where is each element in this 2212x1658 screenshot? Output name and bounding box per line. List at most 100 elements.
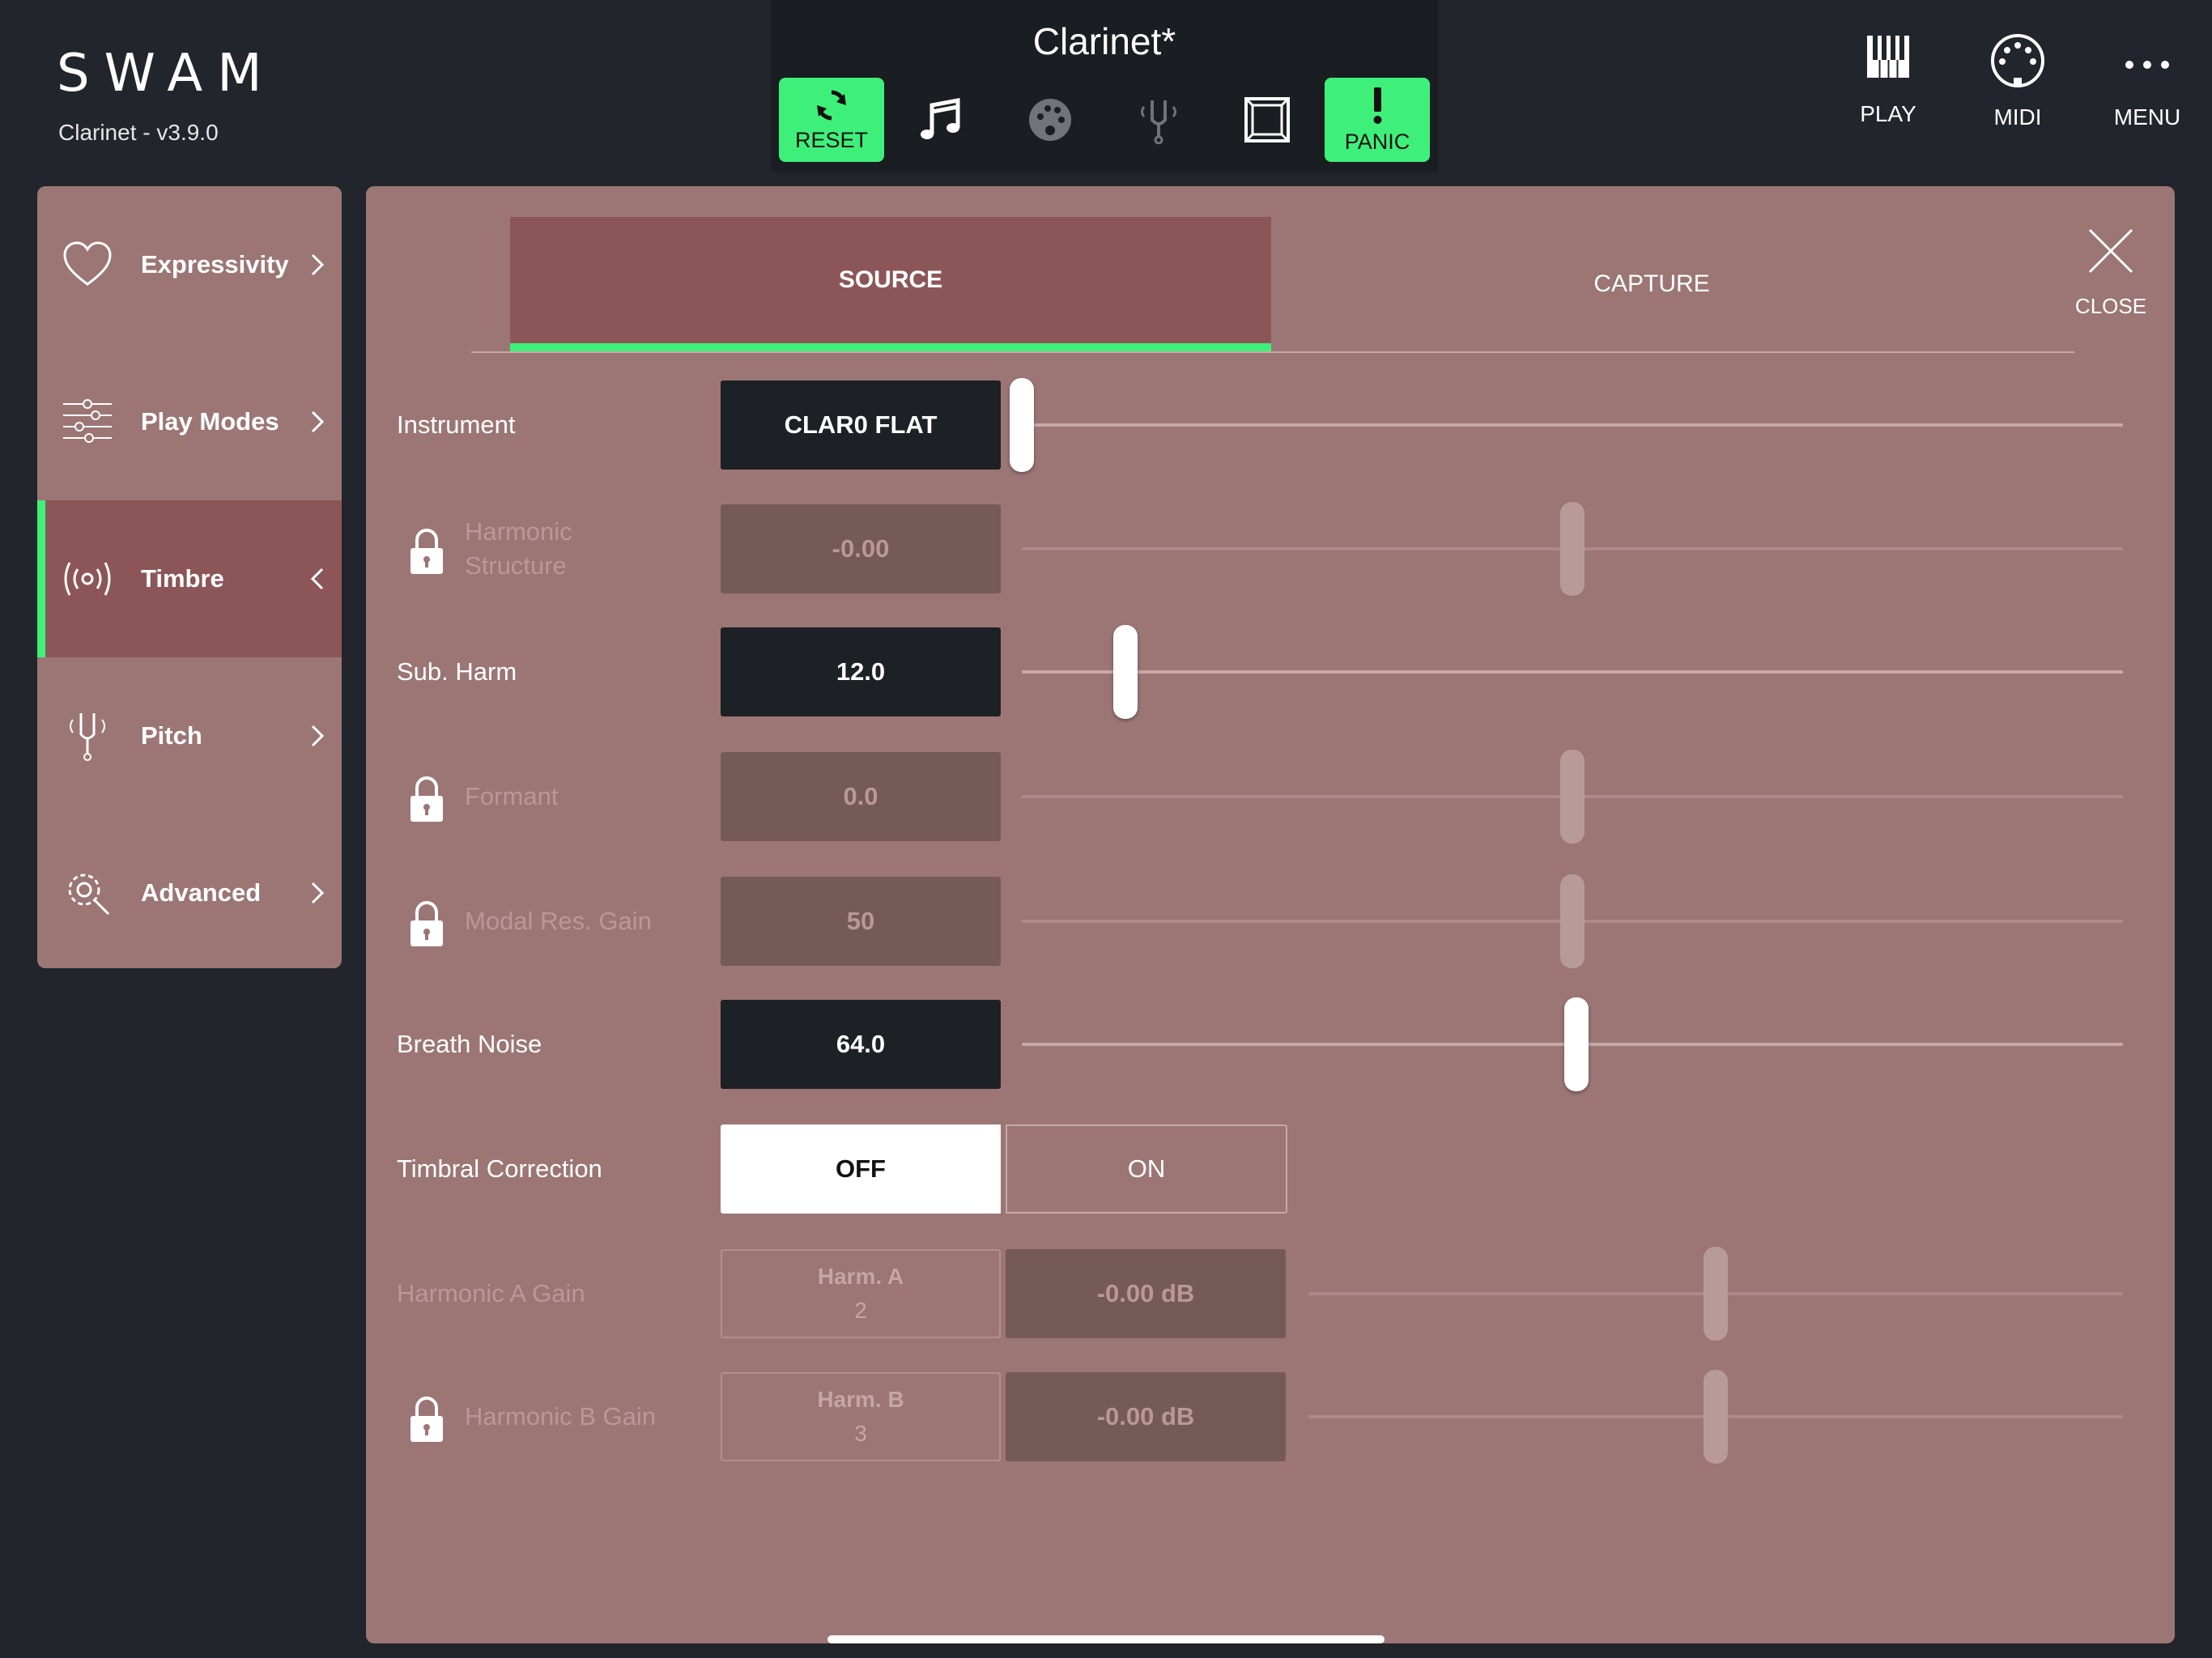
exclamation-icon xyxy=(1373,87,1382,124)
sidebar-item-expressivity[interactable]: Expressivity xyxy=(37,186,342,343)
sliders-icon xyxy=(63,399,112,443)
music-note-icon xyxy=(921,97,960,139)
panic-button[interactable]: PANIC xyxy=(1325,78,1430,162)
harm-b-label: Harm. B xyxy=(817,1387,904,1412)
breath-noise-row: Breath Noise 64.0 xyxy=(366,997,2175,1091)
preset-name[interactable]: Clarinet* xyxy=(771,19,1438,63)
sub-harm-label: Sub. Harm xyxy=(397,657,517,686)
sub-harm-slider-thumb[interactable] xyxy=(1112,625,1138,719)
midi-icon xyxy=(1991,34,2044,87)
fullscreen-button[interactable] xyxy=(1214,78,1320,162)
modal-res-gain-value: 50 xyxy=(721,877,1001,966)
tab-capture[interactable]: CAPTURE xyxy=(1271,217,2032,351)
formant-slider-thumb xyxy=(1560,750,1585,844)
close-label: CLOSE xyxy=(2074,294,2147,318)
sub-harm-slider-track[interactable] xyxy=(1022,625,2123,719)
sidebar-item-label: Advanced xyxy=(141,878,262,907)
broadcast-icon xyxy=(64,562,111,596)
harmonic-a-gain-slider-thumb xyxy=(1704,1247,1728,1341)
preset-toolbar: Clarinet* RESET PANIC xyxy=(771,0,1438,172)
version-label: Clarinet - v3.9.0 xyxy=(58,120,219,145)
sub-harm-value[interactable]: 12.0 xyxy=(721,627,1001,716)
lock-icon[interactable] xyxy=(408,775,445,823)
timbre-panel: SOURCE CAPTURE CLOSE Instrument CLAR0 FL… xyxy=(366,186,2175,1643)
heart-icon xyxy=(63,241,112,286)
harm-a-label: Harm. A xyxy=(817,1264,904,1289)
lock-icon[interactable] xyxy=(408,899,445,948)
midi-button[interactable]: MIDI xyxy=(1961,32,2074,130)
harmonic-b-gain-row: Harmonic B Gain Harm. B 3 -0.00 dB xyxy=(366,1370,2175,1464)
midi-label: MIDI xyxy=(1993,104,2042,130)
sidebar-item-label: Pitch xyxy=(141,721,202,750)
harmonic-a-gain-label: Harmonic A Gain xyxy=(397,1279,585,1307)
harmonic-a-gain-slider-track xyxy=(1308,1247,2123,1341)
swam-logo: SWAM xyxy=(57,44,277,104)
formant-value: 0.0 xyxy=(721,752,1001,841)
menu-button[interactable]: MENU xyxy=(2091,32,2204,130)
tuning-fork-icon xyxy=(1141,100,1176,144)
timbral-correction-row: Timbral Correction OFF ON xyxy=(366,1124,2175,1214)
formant-slider-track xyxy=(1022,750,2123,844)
harmonic-structure-row: Harmonic Structure -0.00 xyxy=(366,502,2175,596)
tuning-fork-icon xyxy=(70,713,105,761)
instrument-label: Instrument xyxy=(397,410,516,439)
top-bar: SWAM Clarinet - v3.9.0 Clarinet* RESET P… xyxy=(0,0,2212,172)
tab-source[interactable]: SOURCE xyxy=(510,217,1271,351)
gear-icon xyxy=(68,874,110,916)
home-indicator[interactable] xyxy=(827,1635,1385,1643)
harm-b-number: 3 xyxy=(854,1421,867,1446)
harmonic-a-gain-value: -0.00 dB xyxy=(1006,1249,1286,1338)
harmonic-b-gain-slider-track xyxy=(1308,1370,2123,1464)
music-note-button[interactable] xyxy=(889,78,994,162)
formant-label: Formant xyxy=(465,782,559,810)
harmonic-b-gain-label: Harmonic B Gain xyxy=(465,1402,657,1431)
play-button[interactable]: PLAY xyxy=(1831,32,1945,127)
harmonic-b-gain-value: -0.00 dB xyxy=(1006,1372,1286,1461)
frame-icon xyxy=(1244,97,1290,142)
lock-icon[interactable] xyxy=(408,1395,445,1443)
chevron-right-icon xyxy=(311,882,325,904)
instrument-slider-track[interactable] xyxy=(1010,378,2123,472)
sub-harm-row: Sub. Harm 12.0 xyxy=(366,625,2175,719)
close-icon xyxy=(2088,228,2133,274)
harmonic-structure-slider-track xyxy=(1022,502,2123,596)
breath-noise-slider-thumb[interactable] xyxy=(1564,997,1589,1091)
modal-res-gain-slider-thumb xyxy=(1560,874,1585,968)
timbral-correction-on-button[interactable]: ON xyxy=(1006,1124,1287,1214)
more-dots-icon xyxy=(2125,61,2169,69)
sidebar-item-timbre[interactable]: Timbre xyxy=(37,500,342,657)
sidebar: Expressivity Play Modes Timbre Pitch Adv… xyxy=(37,186,342,968)
chevron-right-icon xyxy=(311,253,325,276)
sidebar-item-advanced[interactable]: Advanced xyxy=(37,814,342,968)
menu-label: MENU xyxy=(2113,104,2181,130)
sidebar-item-label: Expressivity xyxy=(141,250,289,278)
instrument-value[interactable]: CLAR0 FLAT xyxy=(721,380,1001,470)
harm-a-number: 2 xyxy=(854,1298,867,1323)
sidebar-item-pitch[interactable]: Pitch xyxy=(37,657,342,814)
breath-noise-value[interactable]: 64.0 xyxy=(721,1000,1001,1089)
harmonic-b-selector: Harm. B 3 xyxy=(721,1372,1001,1461)
harmonic-a-selector: Harm. A 2 xyxy=(721,1249,1001,1338)
tuning-fork-button[interactable] xyxy=(1106,78,1211,162)
instrument-row: Instrument CLAR0 FLAT xyxy=(366,378,2175,472)
instrument-slider-thumb[interactable] xyxy=(1010,378,1034,472)
breath-noise-label: Breath Noise xyxy=(397,1030,542,1058)
harmonic-structure-slider-thumb xyxy=(1560,502,1585,596)
reset-button[interactable]: RESET xyxy=(779,78,884,162)
sidebar-item-play-modes[interactable]: Play Modes xyxy=(37,343,342,500)
panic-label: PANIC xyxy=(1344,129,1410,154)
timbral-correction-off-button[interactable]: OFF xyxy=(721,1124,1001,1214)
lock-icon[interactable] xyxy=(408,527,445,576)
modal-res-gain-label: Modal Res. Gain xyxy=(465,907,652,935)
close-button[interactable]: CLOSE xyxy=(2063,227,2159,319)
piano-icon xyxy=(1867,36,1909,78)
tab-divider xyxy=(471,351,2074,353)
play-label: PLAY xyxy=(1860,101,1916,126)
sidebar-item-label: Timbre xyxy=(141,564,224,593)
formant-row: Formant 0.0 xyxy=(366,750,2175,844)
reset-label: RESET xyxy=(794,127,869,152)
palette-button[interactable] xyxy=(998,78,1103,162)
harmonic-structure-value: -0.00 xyxy=(721,504,1001,593)
palette-icon xyxy=(1029,99,1071,141)
breath-noise-slider-track[interactable] xyxy=(1022,997,2123,1091)
